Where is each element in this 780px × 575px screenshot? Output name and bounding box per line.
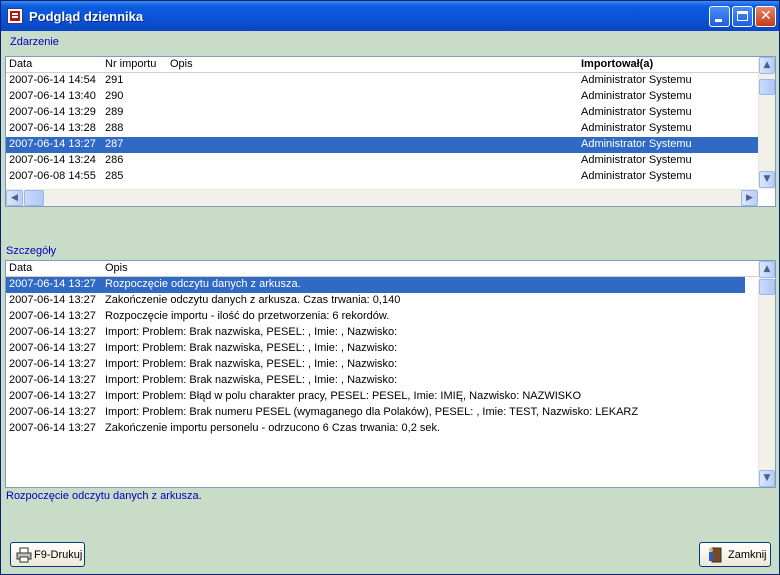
column-header-nr-importu[interactable]: Nr importu (105, 58, 156, 70)
close-button-label: Zamknij (728, 549, 767, 561)
cell-opis: Import: Problem: Błąd w polu charakter p… (105, 390, 582, 402)
cell-date: 2007-06-14 13:27 (9, 294, 96, 306)
minimize-icon (715, 19, 722, 22)
journal-icon (7, 8, 23, 24)
cell-importowal: Administrator Systemu (581, 138, 692, 150)
table-row[interactable]: 2007-06-14 13:27 Zakończenie importu pers… (6, 421, 745, 437)
cell-date: 2007-06-14 13:27 (9, 310, 96, 322)
printer-icon (16, 547, 32, 563)
cell-nr-importu: 289 (105, 106, 124, 118)
scroll-thumb[interactable] (24, 190, 44, 206)
cell-nr-importu: 286 (105, 154, 124, 166)
title-bar[interactable]: Podgląd dziennika ✕ (1, 1, 779, 31)
scroll-thumb[interactable] (759, 79, 775, 95)
minimize-button[interactable] (709, 6, 730, 27)
cell-date: 2007-06-14 13:27 (9, 342, 96, 354)
table-row[interactable]: 2007-06-14 13:27 Import: Problem: Brak na… (6, 341, 745, 357)
column-header-data[interactable]: Data (9, 262, 32, 274)
details-grid[interactable]: Data Opis 2007-06-14 13:27 Rozpoczęcie od… (5, 260, 776, 488)
cell-importowal: Administrator Systemu (581, 106, 692, 118)
maximize-button[interactable] (732, 6, 753, 27)
cell-importowal: Administrator Systemu (581, 154, 692, 166)
events-vertical-scrollbar[interactable]: ▲ ▼ (758, 57, 775, 189)
scroll-left-icon[interactable]: ◀ (6, 190, 23, 206)
cell-nr-importu: 287 (105, 138, 124, 150)
cell-date: 2007-06-14 13:27 (9, 406, 96, 418)
cell-date: 2007-06-14 13:29 (9, 106, 96, 118)
scroll-down-icon[interactable]: ▼ (759, 470, 775, 487)
table-row[interactable]: 2007-06-14 13:27 Rozpoczęcie importu - il… (6, 309, 745, 325)
cell-date: 2007-06-14 13:27 (9, 358, 96, 370)
table-row[interactable]: 2007-06-14 13:27 Import: Problem: Brak na… (6, 325, 745, 341)
events-header: Data Nr importu Opis Importował(a) (6, 57, 758, 73)
window-title: Podgląd dziennika (29, 9, 144, 24)
table-row[interactable]: 2007-06-14 13:27 Import: Problem: Błąd w … (6, 389, 745, 405)
cell-date: 2007-06-14 13:24 (9, 154, 96, 166)
column-header-data[interactable]: Data (9, 58, 32, 70)
cell-date: 2007-06-14 13:27 (9, 422, 96, 434)
print-button-label: F9-Drukuj (34, 549, 83, 561)
cell-opis: Import: Problem: Brak nazwiska, PESEL: ,… (105, 326, 398, 338)
cell-nr-importu: 285 (105, 170, 124, 182)
close-button[interactable]: Zamknij (699, 542, 771, 567)
close-icon: ✕ (760, 8, 772, 24)
scroll-up-icon[interactable]: ▲ (759, 261, 775, 278)
table-row[interactable]: 2007-06-14 13:29 289 Administrator Systemu (6, 105, 758, 121)
table-row[interactable]: 2007-06-14 13:27 Zakończenie odczytu dany… (6, 293, 745, 309)
details-vertical-scrollbar[interactable]: ▲ ▼ (758, 261, 775, 487)
log-viewer-window: Podgląd dziennika ✕ Zdarzenie Data Nr im… (0, 0, 780, 575)
cell-date: 2007-06-14 13:27 (9, 138, 96, 150)
cell-importowal: Administrator Systemu (581, 90, 692, 102)
events-horizontal-scrollbar[interactable]: ◀ ▶ (6, 189, 758, 206)
cell-importowal: Administrator Systemu (581, 74, 692, 86)
exit-door-icon (709, 547, 722, 563)
cell-date: 2007-06-14 14:54 (9, 74, 96, 86)
cell-opis: Import: Problem: Brak numeru PESEL (wyma… (105, 406, 639, 418)
table-row[interactable]: 2007-06-14 13:24 286 Administrator Systemu (6, 153, 758, 169)
print-button[interactable]: F9-Drukuj (10, 542, 85, 567)
scroll-thumb[interactable] (759, 279, 775, 295)
details-header: Data Opis (6, 261, 758, 277)
cell-date: 2007-06-14 13:27 (9, 390, 96, 402)
scroll-up-icon[interactable]: ▲ (759, 57, 775, 74)
cell-date: 2007-06-14 13:27 (9, 374, 96, 386)
cell-opis: Rozpoczęcie odczytu danych z arkusza. (105, 278, 301, 290)
maximize-icon (737, 11, 748, 21)
table-row[interactable]: 2007-06-14 13:27 Import: Problem: Brak nu… (6, 405, 745, 421)
cell-date: 2007-06-08 14:55 (9, 170, 96, 182)
column-header-opis[interactable]: Opis (105, 262, 128, 274)
cell-date: 2007-06-14 13:27 (9, 326, 96, 338)
cell-date: 2007-06-14 13:27 (9, 278, 96, 290)
close-window-button[interactable]: ✕ (755, 6, 776, 27)
table-row[interactable]: 2007-06-14 13:27 Rozpoczęcie odczytu dany… (6, 277, 745, 293)
table-row[interactable]: 2007-06-14 13:28 288 Administrator Systemu (6, 121, 758, 137)
scroll-down-icon[interactable]: ▼ (759, 171, 775, 188)
cell-nr-importu: 290 (105, 90, 124, 102)
scroll-right-icon[interactable]: ▶ (741, 190, 758, 206)
events-grid[interactable]: Data Nr importu Opis Importował(a) 2007-… (5, 56, 776, 207)
table-row[interactable]: 2007-06-14 14:54 291 Administrator Systemu (6, 73, 758, 89)
events-section-label: Zdarzenie (10, 36, 59, 48)
cell-importowal: Administrator Systemu (581, 122, 692, 134)
cell-opis: Import: Problem: Brak nazwiska, PESEL: ,… (105, 358, 398, 370)
table-row[interactable]: 2007-06-08 14:55 285 Administrator Systemu (6, 169, 758, 185)
cell-opis: Import: Problem: Brak nazwiska, PESEL: ,… (105, 374, 398, 386)
column-header-opis[interactable]: Opis (170, 58, 193, 70)
cell-opis: Zakończenie odczytu danych z arkusza. Cz… (105, 294, 401, 306)
cell-date: 2007-06-14 13:28 (9, 122, 96, 134)
cell-nr-importu: 288 (105, 122, 124, 134)
cell-nr-importu: 291 (105, 74, 124, 86)
cell-opis: Import: Problem: Brak nazwiska, PESEL: ,… (105, 342, 398, 354)
column-header-importowal[interactable]: Importował(a) (581, 58, 653, 70)
table-row[interactable]: 2007-06-14 13:27 287 Administrator Systemu (6, 137, 758, 153)
table-row[interactable]: 2007-06-14 13:27 Import: Problem: Brak na… (6, 357, 745, 373)
cell-importowal: Administrator Systemu (581, 170, 692, 182)
cell-date: 2007-06-14 13:40 (9, 90, 96, 102)
status-text: Rozpoczęcie odczytu danych z arkusza. (6, 490, 202, 502)
table-row[interactable]: 2007-06-14 13:27 Import: Problem: Brak na… (6, 373, 745, 389)
cell-opis: Rozpoczęcie importu - ilość do przetworz… (105, 310, 390, 322)
details-section-label: Szczegóły (6, 245, 57, 257)
cell-opis: Zakończenie importu personelu - odrzucon… (105, 422, 441, 434)
table-row[interactable]: 2007-06-14 13:40 290 Administrator Systemu (6, 89, 758, 105)
